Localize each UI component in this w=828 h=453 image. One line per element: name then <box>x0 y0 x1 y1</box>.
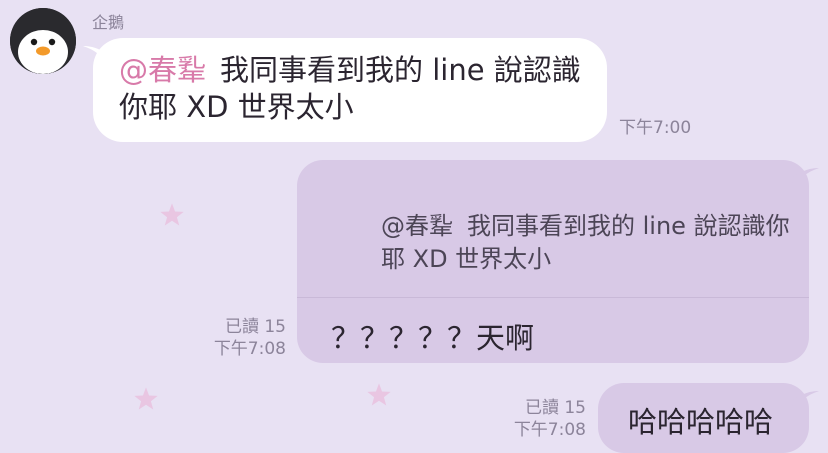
read-status: 已讀 15 <box>224 317 286 337</box>
quoted-message[interactable]: @春𢆡 我同事看到我的 line 說認識你耶 XD 世界太小 <box>381 210 801 276</box>
quote-divider <box>297 297 809 298</box>
message-timestamp: 下午7:08 <box>513 420 586 440</box>
penguin-icon <box>10 8 76 74</box>
bubble-tail <box>791 168 819 188</box>
read-receipt: 已讀 15 下午7:08 <box>198 316 286 360</box>
message-text: @春𢆡 我同事看到我的 line 說認識你耶 XD 世界太小 <box>119 52 589 126</box>
read-status: 已讀 15 <box>524 398 586 418</box>
read-receipt: 已讀 15 下午7:08 <box>498 397 586 441</box>
reply-message-bubble[interactable]: @春𢆡 我同事看到我的 line 說認識你耶 XD 世界太小 ？？？？？天啊 <box>297 160 819 363</box>
avatar[interactable] <box>10 8 76 74</box>
star-decoration-icon <box>132 385 160 413</box>
bubble-tail <box>83 46 111 66</box>
outgoing-message-bubble[interactable]: 哈哈哈哈哈 <box>598 383 819 453</box>
message-text: ？？？？？天啊 <box>331 321 535 355</box>
mention-tag[interactable]: @春𢆡 <box>119 53 206 87</box>
bubble-tail <box>791 391 819 411</box>
quoted-mention: @春𢆡 <box>381 212 453 240</box>
sender-name: 企鵝 <box>92 13 125 32</box>
star-decoration-icon <box>158 201 186 229</box>
message-text: 哈哈哈哈哈 <box>628 405 774 439</box>
star-decoration-icon <box>365 381 393 409</box>
message-timestamp: 下午7:08 <box>213 339 286 359</box>
message-timestamp: 下午7:00 <box>619 118 692 138</box>
incoming-message-bubble[interactable]: @春𢆡 我同事看到我的 line 說認識你耶 XD 世界太小 <box>83 38 607 142</box>
